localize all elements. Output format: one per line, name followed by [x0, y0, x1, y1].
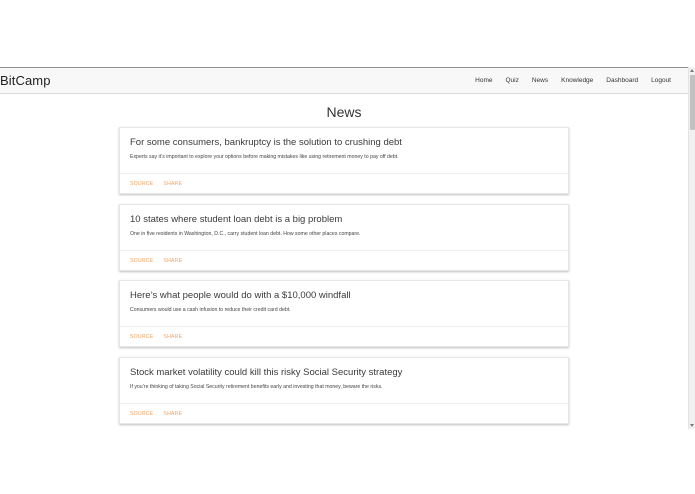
- vertical-scrollbar[interactable]: [688, 67, 695, 429]
- source-link[interactable]: SOURCE: [130, 411, 153, 417]
- scroll-down-arrow-icon[interactable]: [690, 424, 694, 427]
- scroll-thumb[interactable]: [690, 75, 695, 130]
- card-divider: [120, 326, 568, 327]
- news-card-title: Here’s what people would do with a $10,0…: [130, 290, 351, 301]
- nav-links: Home Quiz News Knowledge Dashboard Logou…: [462, 77, 671, 84]
- news-card: Stock market volatility could kill this …: [119, 357, 569, 424]
- card-actions: SOURCE SHARE: [130, 258, 192, 264]
- news-card-title: For some consumers, bankruptcy is the so…: [130, 137, 402, 148]
- share-link[interactable]: SHARE: [163, 334, 182, 340]
- nav-link-knowledge[interactable]: Knowledge: [561, 77, 593, 84]
- card-divider: [120, 173, 568, 174]
- browser-viewport: BitCamp Home Quiz News Knowledge Dashboa…: [0, 67, 695, 429]
- page-title: News: [326, 104, 362, 120]
- brand-logo[interactable]: BitCamp: [0, 73, 51, 88]
- card-divider: [120, 250, 568, 251]
- card-actions: SOURCE SHARE: [130, 411, 192, 417]
- scroll-up-arrow-icon[interactable]: [690, 69, 694, 72]
- share-link[interactable]: SHARE: [163, 181, 182, 187]
- card-actions: SOURCE SHARE: [130, 181, 192, 187]
- news-card-description: One in five residents in Washington, D.C…: [130, 231, 361, 237]
- source-link[interactable]: SOURCE: [130, 334, 153, 340]
- news-card-description: Experts say it’s important to explore yo…: [130, 154, 399, 160]
- news-card: 10 states where student loan debt is a b…: [119, 204, 569, 271]
- nav-link-logout[interactable]: Logout: [651, 77, 671, 84]
- nav-link-home[interactable]: Home: [475, 77, 492, 84]
- news-card-title: Stock market volatility could kill this …: [130, 367, 403, 378]
- news-card: Here’s what people would do with a $10,0…: [119, 280, 569, 347]
- news-card-description: Consumers would use a cash infusion to r…: [130, 307, 291, 313]
- news-card: For some consumers, bankruptcy is the so…: [119, 127, 569, 194]
- card-actions: SOURCE SHARE: [130, 334, 192, 340]
- nav-link-news[interactable]: News: [532, 77, 548, 84]
- news-card-title: 10 states where student loan debt is a b…: [130, 214, 343, 225]
- nav-link-quiz[interactable]: Quiz: [505, 77, 518, 84]
- nav-link-dashboard[interactable]: Dashboard: [606, 77, 638, 84]
- source-link[interactable]: SOURCE: [130, 181, 153, 187]
- share-link[interactable]: SHARE: [163, 258, 182, 264]
- navbar: BitCamp Home Quiz News Knowledge Dashboa…: [0, 67, 688, 94]
- source-link[interactable]: SOURCE: [130, 258, 153, 264]
- share-link[interactable]: SHARE: [163, 411, 182, 417]
- card-divider: [120, 403, 568, 404]
- news-card-description: If you’re thinking of taking Social Secu…: [130, 384, 383, 390]
